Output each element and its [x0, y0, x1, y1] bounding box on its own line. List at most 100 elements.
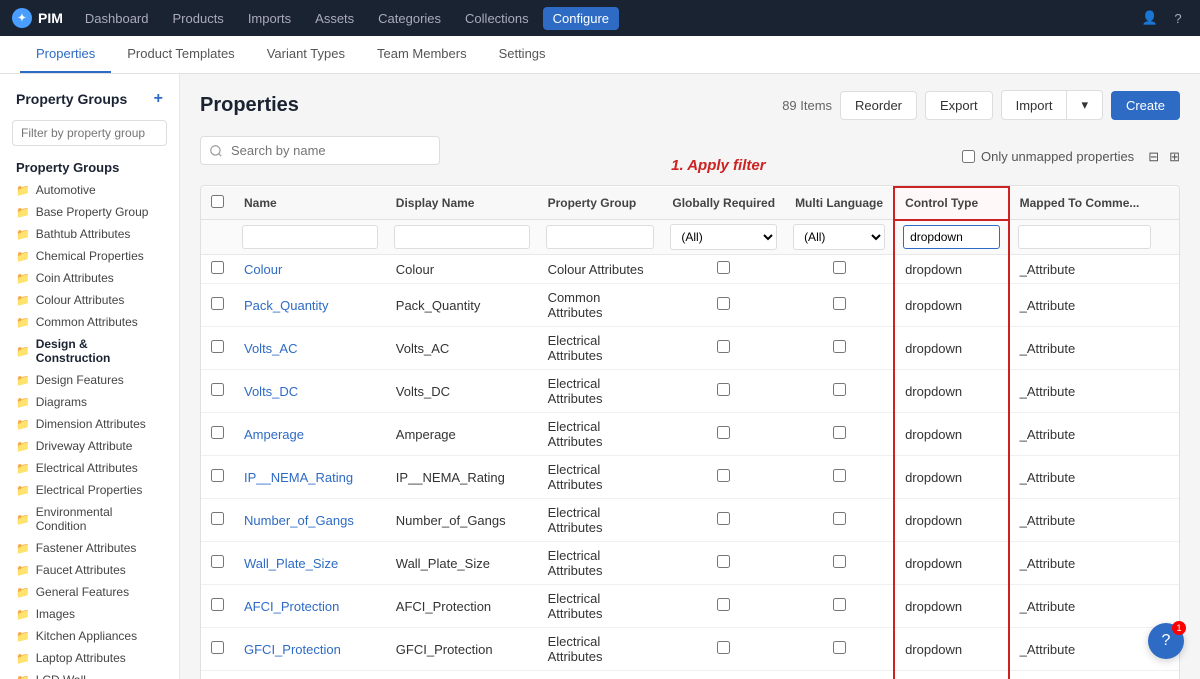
sidebar-item[interactable]: 📁Design & Construction: [0, 333, 179, 369]
row-globally-required-cell: [662, 327, 785, 370]
user-icon[interactable]: 👤: [1140, 8, 1160, 28]
create-button[interactable]: Create: [1111, 91, 1180, 120]
help-badge[interactable]: ? 1: [1148, 623, 1184, 659]
nav-configure[interactable]: Configure: [543, 7, 619, 30]
row-checkbox[interactable]: [211, 598, 224, 611]
sidebar-item[interactable]: 📁Automotive: [0, 179, 179, 201]
row-name-link[interactable]: Amperage: [244, 427, 304, 442]
subnav-properties[interactable]: Properties: [20, 36, 111, 73]
row-multi-language-checkbox[interactable]: [833, 261, 846, 274]
row-multi-language-checkbox[interactable]: [833, 641, 846, 654]
subnav-variant-types[interactable]: Variant Types: [251, 36, 361, 73]
row-name-link[interactable]: Pack_Quantity: [244, 298, 329, 313]
row-name-link[interactable]: Volts_AC: [244, 341, 297, 356]
filter-icon[interactable]: ⊟: [1148, 149, 1159, 165]
row-globally-required-checkbox[interactable]: [717, 383, 730, 396]
nav-imports[interactable]: Imports: [238, 7, 301, 30]
filter-property-group-input[interactable]: [546, 225, 655, 249]
row-globally-required-checkbox[interactable]: [717, 512, 730, 525]
sidebar-item[interactable]: 📁Base Property Group: [0, 201, 179, 223]
row-name-link[interactable]: IP__NEMA_Rating: [244, 470, 353, 485]
row-checkbox[interactable]: [211, 383, 224, 396]
filter-globally-required-select[interactable]: (All)YesNo: [670, 224, 777, 250]
filter-mapped-input[interactable]: [1018, 225, 1151, 249]
export-button[interactable]: Export: [925, 91, 993, 120]
search-input[interactable]: [200, 136, 440, 165]
row-multi-language-checkbox[interactable]: [833, 512, 846, 525]
filter-display-name-input[interactable]: [394, 225, 530, 249]
sidebar-item[interactable]: 📁Laptop Attributes: [0, 647, 179, 669]
nav-assets[interactable]: Assets: [305, 7, 364, 30]
subnav-team-members[interactable]: Team Members: [361, 36, 483, 73]
row-checkbox[interactable]: [211, 512, 224, 525]
row-multi-language-checkbox[interactable]: [833, 555, 846, 568]
sidebar-item[interactable]: 📁Electrical Properties: [0, 479, 179, 501]
sidebar-item[interactable]: 📁Faucet Attributes: [0, 559, 179, 581]
sidebar-item[interactable]: 📁Bathtub Attributes: [0, 223, 179, 245]
sidebar-item[interactable]: 📁Colour Attributes: [0, 289, 179, 311]
row-checkbox[interactable]: [211, 469, 224, 482]
sidebar-add-icon[interactable]: +: [154, 90, 163, 108]
nav-products[interactable]: Products: [163, 7, 234, 30]
row-name-cell: GFCI_Protection: [234, 628, 386, 671]
row-checkbox[interactable]: [211, 261, 224, 274]
nav-collections[interactable]: Collections: [455, 7, 539, 30]
sidebar-item[interactable]: 📁Driveway Attribute: [0, 435, 179, 457]
row-checkbox[interactable]: [211, 641, 224, 654]
row-globally-required-checkbox[interactable]: [717, 555, 730, 568]
row-name-link[interactable]: Number_of_Gangs: [244, 513, 354, 528]
sidebar-item[interactable]: 📁Chemical Properties: [0, 245, 179, 267]
sidebar-item[interactable]: 📁Electrical Attributes: [0, 457, 179, 479]
sidebar-item[interactable]: 📁Diagrams: [0, 391, 179, 413]
sidebar-item[interactable]: 📁Coin Attributes: [0, 267, 179, 289]
row-checkbox[interactable]: [211, 555, 224, 568]
sidebar-item[interactable]: 📁Environmental Condition: [0, 501, 179, 537]
row-multi-language-checkbox[interactable]: [833, 297, 846, 310]
row-multi-language-checkbox[interactable]: [833, 598, 846, 611]
reorder-button[interactable]: Reorder: [840, 91, 917, 120]
filter-name-input[interactable]: [242, 225, 378, 249]
filter-control-type-input[interactable]: [903, 225, 1000, 249]
row-globally-required-checkbox[interactable]: [717, 598, 730, 611]
row-name-link[interactable]: Colour: [244, 262, 282, 277]
subnav-settings[interactable]: Settings: [483, 36, 562, 73]
row-globally-required-checkbox[interactable]: [717, 469, 730, 482]
row-name-link[interactable]: GFCI_Protection: [244, 642, 341, 657]
row-globally-required-checkbox[interactable]: [717, 641, 730, 654]
select-all-checkbox[interactable]: [211, 195, 224, 208]
row-name-link[interactable]: Volts_DC: [244, 384, 298, 399]
sidebar-item[interactable]: 📁LCD Wall: [0, 669, 179, 679]
view-columns-icon[interactable]: ⊞: [1169, 149, 1180, 165]
subnav-product-templates[interactable]: Product Templates: [111, 36, 250, 73]
sidebar-item[interactable]: 📁Images: [0, 603, 179, 625]
row-globally-required-checkbox[interactable]: [717, 261, 730, 274]
row-name-link[interactable]: Wall_Plate_Size: [244, 556, 338, 571]
row-control-type-cell: dropdown: [894, 542, 1009, 585]
import-button[interactable]: Import: [1001, 90, 1067, 120]
sidebar-item[interactable]: 📁Common Attributes: [0, 311, 179, 333]
row-multi-language-checkbox[interactable]: [833, 469, 846, 482]
sidebar-item[interactable]: 📁Kitchen Appliances: [0, 625, 179, 647]
row-checkbox[interactable]: [211, 426, 224, 439]
row-globally-required-checkbox[interactable]: [717, 340, 730, 353]
row-checkbox[interactable]: [211, 297, 224, 310]
row-extra-cell: [1159, 370, 1179, 413]
row-globally-required-checkbox[interactable]: [717, 426, 730, 439]
row-checkbox[interactable]: [211, 340, 224, 353]
row-multi-language-checkbox[interactable]: [833, 340, 846, 353]
sidebar-item[interactable]: 📁Dimension Attributes: [0, 413, 179, 435]
nav-dashboard[interactable]: Dashboard: [75, 7, 159, 30]
import-dropdown-button[interactable]: ▾: [1066, 90, 1103, 120]
row-multi-language-checkbox[interactable]: [833, 383, 846, 396]
only-unmapped-checkbox[interactable]: [962, 150, 975, 163]
help-icon[interactable]: ?: [1168, 8, 1188, 28]
sidebar-item[interactable]: 📁Fastener Attributes: [0, 537, 179, 559]
filter-multi-language-select[interactable]: (All)YesNo: [793, 224, 885, 250]
row-name-link[interactable]: AFCI_Protection: [244, 599, 339, 614]
sidebar-search-input[interactable]: [12, 120, 167, 146]
row-multi-language-checkbox[interactable]: [833, 426, 846, 439]
sidebar-item[interactable]: 📁General Features: [0, 581, 179, 603]
nav-categories[interactable]: Categories: [368, 7, 451, 30]
sidebar-item[interactable]: 📁Design Features: [0, 369, 179, 391]
row-globally-required-checkbox[interactable]: [717, 297, 730, 310]
